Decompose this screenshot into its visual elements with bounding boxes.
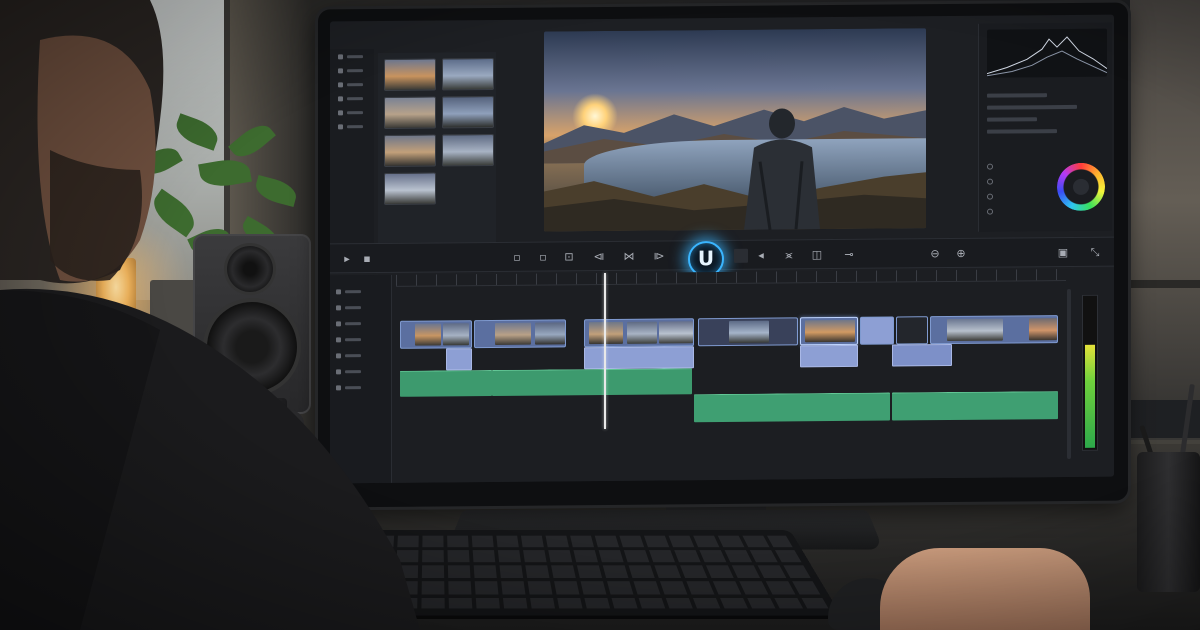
camera-icon[interactable]: ▣: [1056, 246, 1070, 260]
zoom-in-icon[interactable]: ⊕: [954, 247, 968, 261]
video-clip[interactable]: [896, 316, 928, 345]
audio-clip[interactable]: [694, 392, 890, 423]
mark-out-icon[interactable]: ▫: [536, 251, 550, 265]
adjustment-slider[interactable]: [987, 93, 1047, 98]
video-clip[interactable]: [800, 316, 858, 346]
timeline-scrollbar[interactable]: [1067, 288, 1071, 459]
shelf: [1130, 280, 1200, 288]
playhead[interactable]: [604, 273, 606, 430]
adjustment-slider[interactable]: [987, 104, 1077, 110]
insert-icon[interactable]: ⊡: [562, 250, 576, 264]
user-hand: [880, 548, 1090, 630]
inspector-panel: [978, 22, 1112, 232]
slip-icon[interactable]: ⪤: [782, 248, 796, 262]
adjustment-slider[interactable]: [987, 117, 1037, 122]
video-clip[interactable]: [584, 318, 694, 348]
audio-level-fill: [1085, 344, 1095, 448]
audio-level-meter: [1082, 294, 1098, 451]
media-thumbnail[interactable]: [442, 133, 494, 167]
video-clip[interactable]: [930, 315, 1058, 345]
color-wheel-center: [1073, 178, 1089, 195]
video-clip[interactable]: [860, 316, 894, 345]
marker-icon[interactable]: ◫: [810, 248, 824, 262]
mark-in-icon[interactable]: ▫: [510, 251, 524, 265]
timeline[interactable]: [330, 268, 1114, 484]
video-clip[interactable]: [698, 317, 798, 347]
trim-icon[interactable]: ⋈: [622, 250, 636, 264]
forward-icon[interactable]: ⧐: [652, 249, 666, 263]
program-viewer[interactable]: [544, 28, 926, 232]
ripple-icon[interactable]: ◂: [754, 249, 768, 263]
overlay-clip[interactable]: [446, 348, 472, 371]
inspector-icon[interactable]: [987, 208, 993, 215]
pen-cup: [1137, 452, 1200, 592]
inspector-icon[interactable]: [987, 193, 993, 200]
monitor: ▸ ▪ ▫ ▫ ⊡ ⧏ ⋈ ⧐ U ◂ ⪤ ◫ ⊸ ⊖ ⊕ ▣ ⤡: [318, 2, 1128, 508]
audio-clip[interactable]: [892, 391, 1058, 421]
overlay-clip[interactable]: [800, 344, 858, 368]
overlay-clip[interactable]: [584, 346, 694, 370]
editor-screen: ▸ ▪ ▫ ▫ ⊡ ⧏ ⋈ ⧐ U ◂ ⪤ ◫ ⊸ ⊖ ⊕ ▣ ⤡: [330, 14, 1114, 484]
inspector-icon[interactable]: [987, 163, 993, 170]
editor-person: [0, 0, 420, 630]
waveform-scope: [987, 28, 1107, 78]
overlay-clip[interactable]: [892, 344, 952, 367]
photo-scene: ▸ ▪ ▫ ▫ ⊡ ⧏ ⋈ ⧐ U ◂ ⪤ ◫ ⊸ ⊖ ⊕ ▣ ⤡: [0, 0, 1200, 630]
audio-clip[interactable]: [492, 368, 692, 397]
media-thumbnail[interactable]: [442, 95, 494, 129]
editing-toolbar: ▸ ▪ ▫ ▫ ⊡ ⧏ ⋈ ⧐ U ◂ ⪤ ◫ ⊸ ⊖ ⊕ ▣ ⤡: [330, 236, 1114, 278]
right-window: [1130, 0, 1200, 400]
video-clip[interactable]: [474, 319, 566, 349]
media-thumbnail[interactable]: [442, 57, 494, 91]
viewer-hiker: [744, 108, 820, 230]
rewind-icon[interactable]: ⧏: [592, 250, 606, 264]
adjustment-slider[interactable]: [987, 129, 1057, 134]
expand-icon[interactable]: ⤡: [1088, 246, 1102, 260]
link-icon[interactable]: ⊸: [842, 248, 856, 262]
zoom-out-icon[interactable]: ⊖: [928, 247, 942, 261]
inspector-icon[interactable]: [987, 178, 993, 185]
blade-icon[interactable]: [734, 248, 748, 263]
